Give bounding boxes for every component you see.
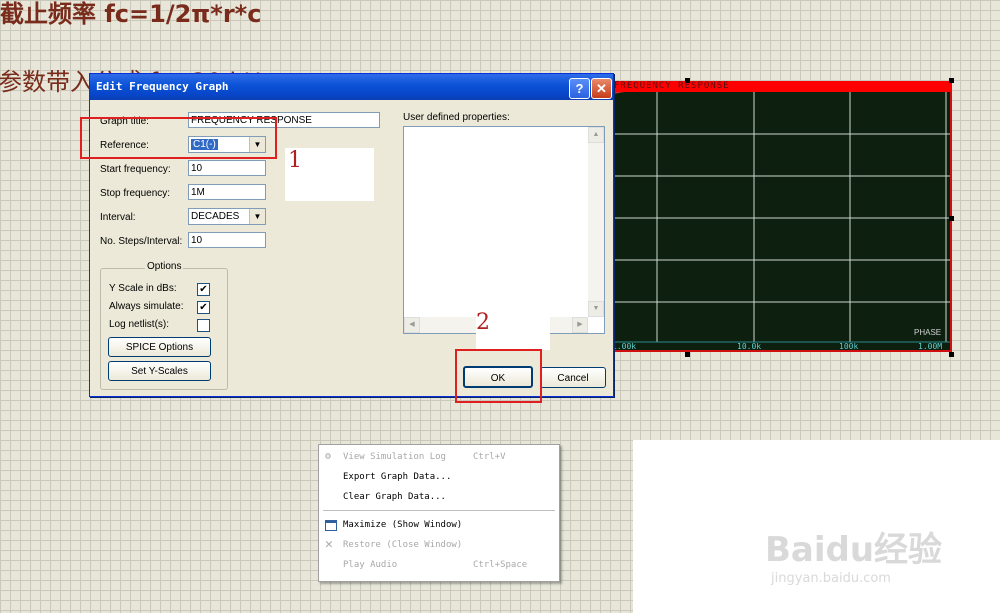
menu-item-maximize[interactable]: Maximize (Show Window) (319, 515, 559, 535)
step-marker-2: 2 (476, 310, 490, 335)
reference-highlight-box (80, 117, 277, 159)
baidu-watermark: Baidu经验 jingyan.baidu.com (765, 522, 942, 586)
scroll-up-icon[interactable]: ▲ (588, 127, 604, 143)
close-button[interactable]: ✕ (591, 78, 612, 99)
x-tick-label: 1.00M (918, 342, 942, 350)
scroll-right-icon[interactable]: ▶ (572, 317, 588, 333)
graph-title: FREQUENCY RESPONSE (614, 81, 730, 91)
set-y-scales-button[interactable]: Set Y-Scales (108, 361, 211, 381)
x-tick-label: 10.0k (737, 342, 761, 350)
user-defined-properties-textarea[interactable]: ▲ ▼ ◀ ▶ (403, 126, 605, 334)
resize-handle[interactable] (949, 352, 954, 357)
step-marker-1: 1 (288, 148, 302, 173)
graph-plot-area[interactable]: PHASE 1.00k 10.0k 100k 1.00M (610, 92, 952, 352)
menu-item-view-simulation-log[interactable]: ⚙ View Simulation Log Ctrl+V (319, 447, 559, 467)
frequency-graph[interactable]: FREQUENCY RESPONSE PHASE 1.00k 10.0k 100… (610, 81, 952, 356)
spice-options-button[interactable]: SPICE Options (108, 337, 211, 357)
always-simulate-checkbox[interactable]: ✔ (197, 301, 210, 314)
start-frequency-label: Start frequency: (100, 164, 171, 175)
graph-grid: PHASE 1.00k 10.0k 100k 1.00M (612, 92, 950, 350)
steps-per-interval-label: No. Steps/Interval: (100, 236, 183, 247)
watermark-logo: Baidu经验 (765, 530, 943, 570)
menu-item-export-graph-data[interactable]: Export Graph Data... (319, 467, 559, 487)
resize-handle[interactable] (949, 216, 954, 221)
help-button[interactable]: ? (569, 78, 590, 99)
maximize-icon (325, 520, 337, 531)
interval-select[interactable]: DECADES ▼ (188, 208, 266, 225)
x-tick-label: 1.00k (612, 342, 636, 350)
log-netlist-label: Log netlist(s): (109, 319, 170, 330)
scroll-left-icon[interactable]: ◀ (404, 317, 420, 333)
chevron-down-icon[interactable]: ▼ (249, 209, 265, 224)
simulation-log-icon: ⚙ (325, 451, 332, 462)
options-legend: Options (145, 261, 184, 272)
dialog-title: Edit Frequency Graph (96, 80, 229, 93)
y-scale-dbs-checkbox[interactable]: ✔ (197, 283, 210, 296)
formula-heading: 截止频率 fc=1/2π*r*c (0, 0, 262, 28)
menu-item-play-audio[interactable]: Play Audio Ctrl+Space (319, 555, 559, 575)
dialog-titlebar[interactable]: Edit Frequency Graph ? ✕ (90, 74, 613, 100)
interval-label: Interval: (100, 212, 136, 223)
stop-frequency-input[interactable]: 1M (188, 184, 266, 200)
interval-value: DECADES (191, 211, 240, 222)
stop-frequency-label: Stop frequency: (100, 188, 171, 199)
resize-handle[interactable] (949, 78, 954, 83)
always-simulate-label: Always simulate: (109, 301, 184, 312)
scroll-down-icon[interactable]: ▼ (588, 301, 604, 317)
graph-context-menu: ⚙ View Simulation Log Ctrl+V Export Grap… (318, 444, 560, 582)
start-frequency-input[interactable]: 10 (188, 160, 266, 176)
resize-handle[interactable] (685, 78, 690, 83)
menu-item-restore[interactable]: ✕ Restore (Close Window) (319, 535, 559, 555)
resize-handle[interactable] (685, 352, 690, 357)
options-group: Options Y Scale in dBs: ✔ Always simulat… (100, 261, 228, 390)
steps-per-interval-input[interactable]: 10 (188, 232, 266, 248)
phase-trace (612, 92, 625, 95)
menu-item-clear-graph-data[interactable]: Clear Graph Data... (319, 487, 559, 507)
cancel-button[interactable]: Cancel (540, 367, 606, 388)
graph-title-bar[interactable]: FREQUENCY RESPONSE (610, 81, 952, 92)
ok-highlight-box (455, 349, 542, 403)
y-scale-dbs-label: Y Scale in dBs: (109, 283, 177, 294)
restore-x-icon: ✕ (325, 537, 333, 552)
watermark-url: jingyan.baidu.com (771, 571, 891, 586)
user-defined-properties-label: User defined properties: (403, 112, 510, 123)
menu-separator (323, 510, 555, 511)
log-netlist-checkbox[interactable] (197, 319, 210, 332)
phase-label: PHASE (914, 328, 941, 337)
vertical-scrollbar[interactable]: ▲ ▼ (588, 127, 604, 317)
x-tick-label: 100k (839, 342, 858, 350)
